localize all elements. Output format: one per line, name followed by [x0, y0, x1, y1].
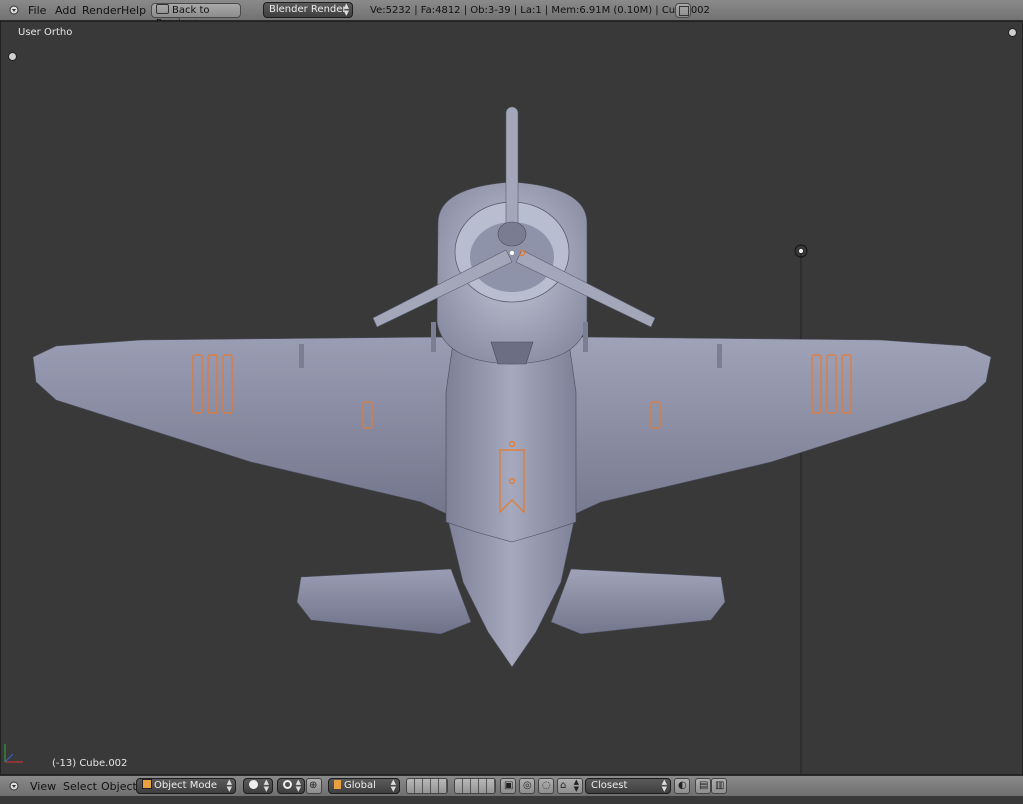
snap-toggle[interactable]: ⌂ ▲ ▼	[557, 778, 583, 794]
snap-icon: ⌂	[560, 780, 567, 791]
chevron-updown-icon: ▲ ▼	[263, 778, 269, 793]
menu-render[interactable]: Render	[82, 0, 121, 21]
pitot-left	[299, 344, 304, 368]
orientation-icon	[334, 780, 341, 789]
proportional-edit-button[interactable]: ◎	[519, 778, 535, 794]
chevron-updown-icon: ▲ ▼	[295, 778, 301, 793]
chevron-updown-icon: ▲ ▼	[661, 778, 667, 793]
proportional-edit-icon: ◎	[523, 780, 532, 791]
right-tailplane	[550, 568, 726, 635]
sphere-shading-icon	[249, 780, 258, 789]
object-origin	[510, 251, 514, 255]
editor-type-icon[interactable]	[8, 0, 20, 21]
mode-select[interactable]: Object Mode ▲ ▼	[136, 778, 236, 794]
maximize-button[interactable]	[675, 3, 691, 18]
manipulator-toggle[interactable]: ⊕	[306, 778, 322, 794]
snap-align-button[interactable]: ◐	[674, 778, 690, 794]
chevron-updown-icon: ▲ ▼	[343, 2, 349, 17]
menu-select[interactable]: Select	[63, 776, 97, 797]
strut-left	[431, 322, 436, 352]
pitot-right	[717, 344, 722, 368]
snap-target-select[interactable]: Closest ▲ ▼	[585, 778, 671, 794]
orientation-label: Global	[344, 780, 376, 791]
strut-right	[583, 322, 588, 352]
left-wing	[32, 336, 487, 533]
axis-icon	[4, 744, 23, 763]
layers-icon[interactable]	[406, 778, 448, 794]
editor-type-icon[interactable]	[8, 776, 20, 797]
menu-view[interactable]: View	[30, 776, 56, 797]
bottom-header: View Select Object Object Mode ▲ ▼ ▲ ▼ ▲ ▼ …	[0, 775, 1023, 796]
scene-stats: Ve:5232 | Fa:4812 | Ob:3-39 | La:1 | Mem…	[370, 5, 710, 16]
orientation-select[interactable]: Global ▲ ▼	[328, 778, 400, 794]
pivot-icon	[283, 780, 292, 789]
menu-file[interactable]: File	[28, 0, 46, 21]
object-info: (-13) Cube.002	[52, 758, 128, 769]
aircraft-model[interactable]	[1, 22, 1022, 774]
falloff-icon: ◌	[542, 780, 551, 791]
render-anim-icon: ▥	[715, 780, 725, 791]
chevron-updown-icon: ▲ ▼	[226, 778, 232, 793]
chevron-updown-icon: ▲ ▼	[573, 778, 579, 793]
back-to-previous-button[interactable]: Back to Previous	[151, 3, 241, 29]
render-engine-label: Blender Render	[269, 4, 347, 15]
snap-target-label: Closest	[591, 780, 628, 791]
mode-label: Object Mode	[154, 780, 217, 791]
render-icon: ▤	[699, 780, 709, 791]
layers-icon-2[interactable]	[454, 778, 496, 794]
back-icon	[156, 4, 169, 14]
top-header: File Add Render Help Back to Previous Bl…	[0, 0, 1023, 29]
maximize-icon	[679, 6, 689, 16]
render-anim-button[interactable]: ▥	[711, 778, 727, 794]
right-wing	[535, 336, 992, 533]
falloff-button[interactable]: ◌	[538, 778, 554, 794]
pivot-select[interactable]: ▲ ▼	[277, 778, 305, 794]
cube-icon	[142, 779, 152, 789]
lock-icon: ▣	[504, 780, 514, 791]
chevron-updown-icon: ▲ ▼	[390, 778, 396, 793]
render-button[interactable]: ▤	[695, 778, 711, 794]
manipulator-icon: ⊕	[309, 780, 318, 791]
render-engine-select[interactable]: Blender Render ▲ ▼	[263, 2, 353, 18]
left-tailplane	[296, 568, 472, 635]
3d-viewport[interactable]: User Ortho (-13) Cube.002	[0, 21, 1023, 775]
spinner	[497, 221, 527, 247]
viewport-shading-select[interactable]: ▲ ▼	[243, 778, 273, 794]
menu-add[interactable]: Add	[55, 0, 76, 21]
propeller-blade-top	[505, 106, 519, 238]
menu-help[interactable]: Help	[121, 0, 146, 21]
oil-cooler-scoop	[490, 341, 534, 365]
snap-align-icon: ◐	[678, 780, 687, 791]
menu-object[interactable]: Object	[101, 776, 137, 797]
lock-layers-button[interactable]: ▣	[500, 778, 516, 794]
